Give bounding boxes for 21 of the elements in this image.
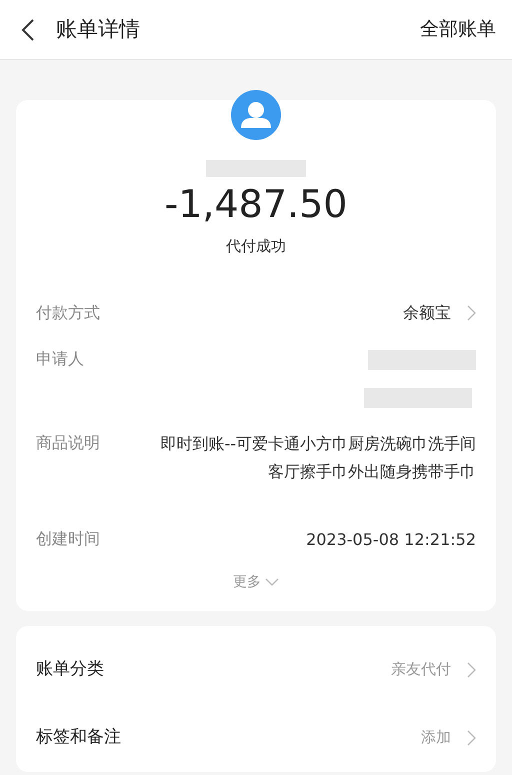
option-value: 添加 [421,727,451,748]
option-label: 账单分类 [36,658,104,681]
option-value: 亲友代付 [391,659,451,680]
field-label: 商品说明 [36,432,100,454]
field-value: 2023-05-08 12:21:52 [305,528,476,550]
page-title: 账单详情 [56,16,140,43]
chevron-right-icon [467,304,476,320]
field-label: 付款方式 [36,302,100,324]
all-bills-link[interactable]: 全部账单 [420,15,496,44]
amount: -1,487.50 [164,181,348,227]
chevron-down-icon [265,578,279,586]
payment-method-link[interactable]: 余额宝 [403,300,476,326]
field-label: 创建时间 [36,528,100,550]
status-text: 代付成功 [226,236,286,257]
option-row[interactable]: 标签和备注 添加 [36,704,476,772]
field-value: 即时到账--可爱卡通小方巾厨房洗碗巾洗手间客厅擦手巾外出随身携带手巾 [159,432,476,482]
chevron-right-icon [467,730,476,746]
option-row[interactable]: 账单分类 亲友代付 [36,636,476,704]
option-label: 标签和备注 [36,726,121,749]
chevron-right-icon [467,662,476,678]
field-label: 申请人 [36,348,84,370]
